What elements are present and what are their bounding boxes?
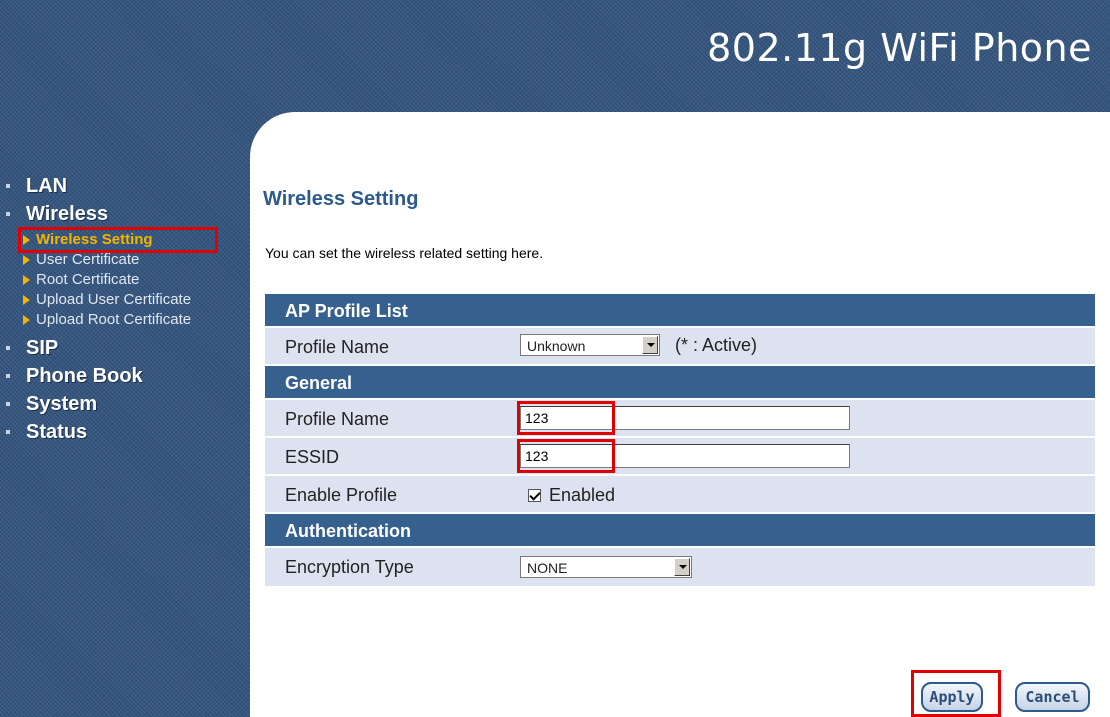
arrow-right-icon xyxy=(23,235,30,245)
row-essid: ESSID xyxy=(265,438,1095,476)
sidebar-subitem-user-certificate[interactable]: User Certificate xyxy=(0,250,250,270)
row-ap-profile-name: Profile Name Unknown (* : Active) xyxy=(265,328,1095,366)
sidebar-item-status[interactable]: Status xyxy=(0,418,250,446)
sidebar-subitem-label: User Certificate xyxy=(36,251,140,268)
chevron-down-icon[interactable] xyxy=(642,336,658,355)
active-note: (* : Active) xyxy=(675,334,758,355)
sidebar-item-system[interactable]: System xyxy=(0,390,250,418)
sidebar-item-lan[interactable]: LAN xyxy=(0,172,250,200)
arrow-right-icon xyxy=(23,315,30,325)
bullet-icon xyxy=(6,184,10,188)
field-label: Profile Name xyxy=(285,337,390,357)
field-label: Profile Name xyxy=(285,409,390,429)
sidebar-subitem-label: Upload Root Certificate xyxy=(36,311,192,328)
arrow-right-icon xyxy=(23,275,30,285)
bullet-icon xyxy=(6,346,10,350)
arrow-right-icon xyxy=(23,255,30,265)
sidebar-item-wireless[interactable]: Wireless xyxy=(0,200,250,228)
row-enable-profile: Enable Profile Enabled xyxy=(265,476,1095,514)
arrow-right-icon xyxy=(23,295,30,305)
profile-select-group: Unknown (* : Active) xyxy=(520,334,758,357)
profile-select[interactable]: Unknown xyxy=(520,334,660,357)
sidebar-subitem-upload-root-certificate[interactable]: Upload Root Certificate xyxy=(0,310,250,330)
enabled-checkbox[interactable] xyxy=(528,488,541,502)
field-label: ESSID xyxy=(285,447,340,467)
highlight-box xyxy=(517,401,615,435)
sidebar-item-phone-book[interactable]: Phone Book xyxy=(0,362,250,390)
select-value: Unknown xyxy=(527,338,586,355)
bullet-icon xyxy=(6,374,10,378)
sidebar-subitem-label: Upload User Certificate xyxy=(36,291,192,308)
checkbox-label: Enabled xyxy=(549,484,616,505)
section-header-general: General xyxy=(265,366,1095,400)
encryption-type-select[interactable]: NONE xyxy=(520,556,692,579)
page-description: You can set the wireless related setting… xyxy=(265,245,544,261)
row-profile-name: Profile Name xyxy=(265,400,1095,438)
sidebar-item-sip[interactable]: SIP xyxy=(0,334,250,362)
page-title: Wireless Setting xyxy=(263,188,419,210)
cancel-button[interactable]: Cancel xyxy=(1015,682,1090,712)
sidebar-item-label: Phone Book xyxy=(26,365,143,387)
select-value: NONE xyxy=(527,560,568,577)
bullet-icon xyxy=(6,402,10,406)
bullet-icon xyxy=(6,430,10,434)
sidebar-subitem-label: Root Certificate xyxy=(36,271,140,288)
sidebar-item-label: System xyxy=(26,393,98,415)
bullet-icon xyxy=(6,212,10,216)
highlight-box xyxy=(517,439,615,473)
enable-profile-control: Enabled xyxy=(528,484,615,506)
field-label: Encryption Type xyxy=(285,557,414,577)
field-label: Enable Profile xyxy=(285,485,398,505)
app-title: 802.11g WiFi Phone xyxy=(707,26,1092,70)
sidebar-item-label: Status xyxy=(26,421,88,443)
sidebar-subitem-root-certificate[interactable]: Root Certificate xyxy=(0,270,250,290)
chevron-down-icon[interactable] xyxy=(674,558,690,577)
sidebar-subitem-upload-user-certificate[interactable]: Upload User Certificate xyxy=(0,290,250,310)
sidebar-subitem-wireless-setting[interactable]: Wireless Setting xyxy=(0,227,250,253)
encryption-control: NONE xyxy=(520,556,692,579)
section-header-ap-profile-list: AP Profile List xyxy=(265,294,1095,328)
wireless-submenu: Wireless Setting User Certificate Root C… xyxy=(0,227,250,330)
sidebar-item-label: LAN xyxy=(26,175,68,197)
sidebar-item-label: SIP xyxy=(26,337,59,359)
row-encryption-type: Encryption Type NONE xyxy=(265,548,1095,588)
settings-form: AP Profile List Profile Name Unknown (* … xyxy=(265,294,1095,588)
sidebar: LAN Wireless Wireless Setting User Certi… xyxy=(0,172,250,446)
sidebar-item-label: Wireless xyxy=(26,203,109,225)
apply-button[interactable]: Apply xyxy=(921,682,983,712)
section-header-authentication: Authentication xyxy=(265,514,1095,548)
